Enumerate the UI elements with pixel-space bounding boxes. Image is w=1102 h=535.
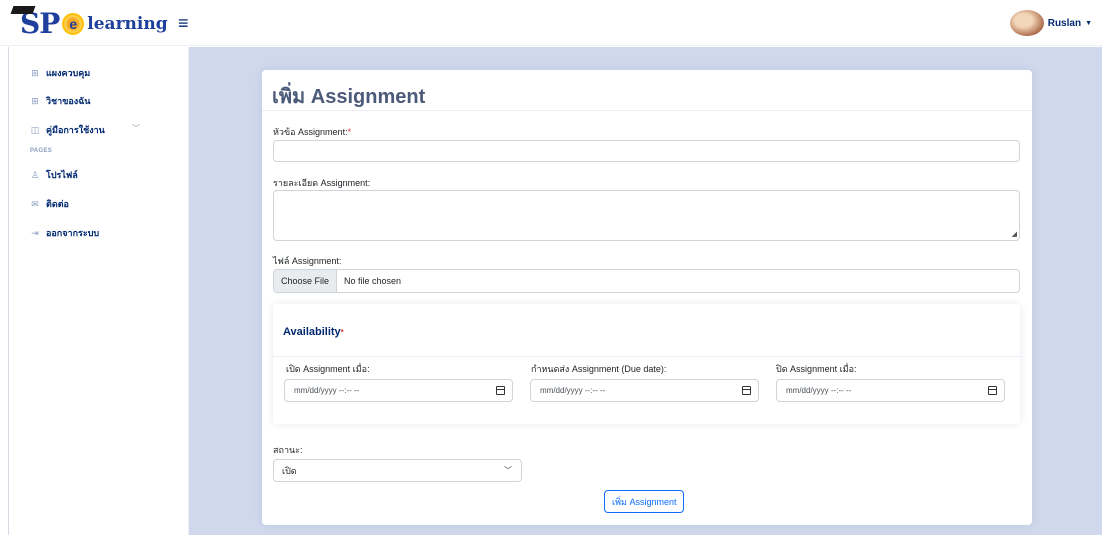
user-profile-menu[interactable]: Ruslan ▼ <box>1009 10 1092 36</box>
add-assignment-button[interactable]: เพิ่ม Assignment <box>604 490 685 513</box>
sidebar-heading-pages: PAGES <box>30 148 53 154</box>
grid-icon: ⊞ <box>31 67 39 78</box>
assignment-title-label: หัวข้อ Assignment:* <box>273 127 352 137</box>
date-placeholder: mm/dd/yyyy --:-- -- <box>786 386 852 395</box>
logout-icon: ⇥ <box>31 227 39 238</box>
sp-learning-logo[interactable]: SP e learning <box>10 6 168 40</box>
availability-divider <box>273 356 1020 357</box>
availability-title: Availability* <box>283 326 344 338</box>
due-date-input[interactable]: mm/dd/yyyy --:-- -- <box>530 379 759 402</box>
assignment-detail-textarea[interactable]: ◢ <box>273 190 1020 241</box>
assignment-title-input[interactable] <box>273 140 1020 162</box>
status-label: สถานะ: <box>273 445 303 455</box>
assignment-detail-label: รายละเอียด Assignment: <box>273 178 371 188</box>
sidebar-item-my-courses[interactable]: ⊞ วิชาของฉัน <box>30 94 90 108</box>
resize-handle-icon[interactable]: ◢ <box>1012 230 1017 238</box>
assignment-file-input[interactable]: Choose File No file chosen <box>273 269 1020 293</box>
page-title: เพิ่ม Assignment <box>272 86 426 108</box>
add-assignment-card: เพิ่ม Assignment หัวข้อ Assignment:* ราย… <box>262 70 1032 525</box>
sun-icon: e <box>62 13 85 35</box>
envelope-icon: ✉ <box>31 198 39 209</box>
sidebar-item-dashboard[interactable]: ⊞ แผงควบคุม <box>30 66 90 80</box>
file-status-text: No file chosen <box>344 276 402 286</box>
logo-learning-text: learning <box>87 14 168 34</box>
assignment-file-label: ไฟล์ Assignment: <box>273 256 342 266</box>
chevron-down-icon: ﹀ <box>504 466 512 475</box>
book-icon: ◫ <box>30 124 40 135</box>
sidebar-item-manual[interactable]: ◫ คู่มือการใช้งาน <box>30 123 105 137</box>
required-mark: * <box>340 328 344 337</box>
date-placeholder: mm/dd/yyyy --:-- -- <box>294 386 360 395</box>
sidebar-edge-line <box>8 47 9 535</box>
grid-icon: ⊞ <box>31 95 39 106</box>
required-mark: * <box>347 127 352 137</box>
sidebar-item-label: โปรไฟล์ <box>46 170 78 180</box>
open-date-input[interactable]: mm/dd/yyyy --:-- -- <box>284 379 513 402</box>
status-value: เปิด <box>282 465 297 476</box>
calendar-icon[interactable] <box>496 386 505 395</box>
status-select[interactable]: เปิด ﹀ <box>273 459 522 482</box>
sidebar-item-label: ติดต่อ <box>46 199 69 209</box>
availability-card: Availability* เปิด Assignment เมื่อ: mm/… <box>273 304 1020 424</box>
due-date-label: กำหนดส่ง Assignment (Due date): <box>531 364 667 374</box>
sidebar-item-contact[interactable]: ✉ ติดต่อ <box>30 197 69 211</box>
sidebar-item-label: วิชาของฉัน <box>46 96 91 106</box>
open-date-label: เปิด Assignment เมื่อ: <box>286 364 370 374</box>
logo-sp-text: SP <box>10 6 60 38</box>
sidebar-item-label: คู่มือการใช้งาน <box>46 125 105 135</box>
user-name[interactable]: Ruslan <box>1048 18 1081 29</box>
close-date-input[interactable]: mm/dd/yyyy --:-- -- <box>776 379 1005 402</box>
calendar-icon[interactable] <box>742 386 751 395</box>
title-divider <box>262 110 1032 111</box>
graduation-cap-icon <box>10 6 36 14</box>
top-header: SP e learning ≡ Ruslan ▼ <box>0 0 1102 46</box>
sidebar <box>0 47 189 535</box>
person-icon: ♙ <box>30 169 40 180</box>
close-date-label: ปิด Assignment เมื่อ: <box>776 364 857 374</box>
caret-down-icon[interactable]: ▼ <box>1085 20 1092 27</box>
sidebar-item-profile[interactable]: ♙ โปรไฟล์ <box>30 168 78 182</box>
chevron-down-icon[interactable]: ﹀ <box>132 123 140 134</box>
sidebar-toggle-icon[interactable]: ≡ <box>178 13 189 34</box>
date-placeholder: mm/dd/yyyy --:-- -- <box>540 386 606 395</box>
sidebar-item-label: แผงควบคุม <box>46 68 91 78</box>
choose-file-button[interactable]: Choose File <box>274 270 338 292</box>
avatar[interactable] <box>1009 10 1044 36</box>
sidebar-item-logout[interactable]: ⇥ ออกจากระบบ <box>30 226 99 240</box>
main-content: เพิ่ม Assignment หัวข้อ Assignment:* ราย… <box>189 47 1102 535</box>
sidebar-item-label: ออกจากระบบ <box>46 228 100 238</box>
calendar-icon[interactable] <box>988 386 997 395</box>
